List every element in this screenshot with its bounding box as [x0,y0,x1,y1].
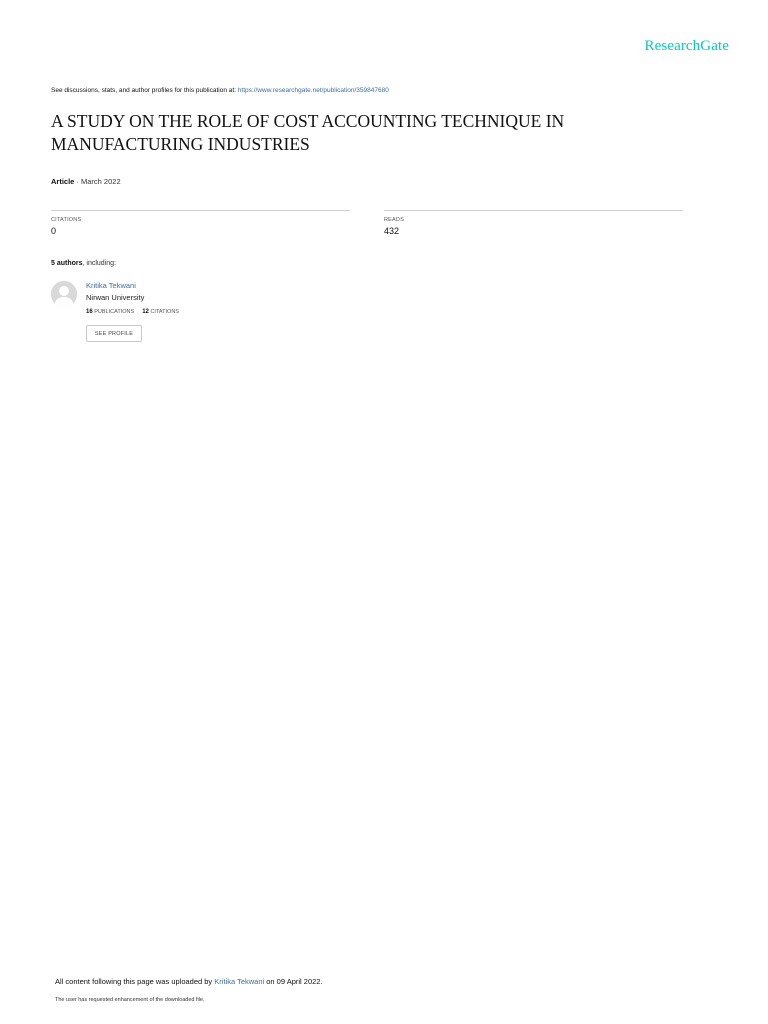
author-card: Kritika Tekwani Nirwan University 16 PUB… [51,281,351,351]
publication-date: March 2022 [81,177,121,186]
publication-meta: Article · March 2022 [51,177,121,186]
footer-upload-line: All content following this page was uplo… [55,977,323,986]
title-line-2: MANUFACTURING INDUSTRIES [51,134,310,154]
meta-separator: · [74,177,82,186]
upload-prefix: All content following this page was uplo… [55,977,215,986]
authors-summary: 5 authors, including: [51,260,116,267]
discussion-text: See discussions, stats, and author profi… [51,87,238,94]
researchgate-logo[interactable]: ResearchGate [645,38,729,55]
publication-type: Article [51,177,75,186]
authors-count: 5 authors [51,260,83,267]
discussion-line: See discussions, stats, and author profi… [51,87,389,94]
authors-including: , including: [82,260,116,267]
uploader-name-link[interactable]: Kritika Tekwani [214,977,264,986]
reads-value: 432 [384,226,400,236]
author-publications-label: PUBLICATIONS [94,309,135,315]
upload-suffix: on 09 April 2022. [264,977,323,986]
enhancement-note: The user has requested enhancement of th… [55,997,205,1003]
title-line-1: A STUDY ON THE ROLE OF COST ACCOUNTING T… [51,111,565,131]
publication-title: A STUDY ON THE ROLE OF COST ACCOUNTING T… [51,110,671,156]
author-affiliation: Nirwan University [86,293,145,302]
author-publications-count: 16 [86,309,93,315]
author-citations-label: CITATIONS [150,309,179,315]
citations-label: CITATIONS [51,217,82,223]
see-profile-button[interactable]: SEE PROFILE [86,325,142,342]
publication-url-link[interactable]: https://www.researchgate.net/publication… [238,87,389,94]
author-stats: 16 PUBLICATIONS 12 CITATIONS [86,309,179,315]
reads-label: READS [384,217,404,223]
author-name-link[interactable]: Kritika Tekwani [86,281,136,290]
default-user-silhouette-icon[interactable] [51,281,77,307]
citations-stat: CITATIONS 0 [51,210,350,236]
citations-value: 0 [51,226,57,236]
author-citations-count: 12 [142,309,149,315]
reads-stat: READS 432 [384,210,683,236]
